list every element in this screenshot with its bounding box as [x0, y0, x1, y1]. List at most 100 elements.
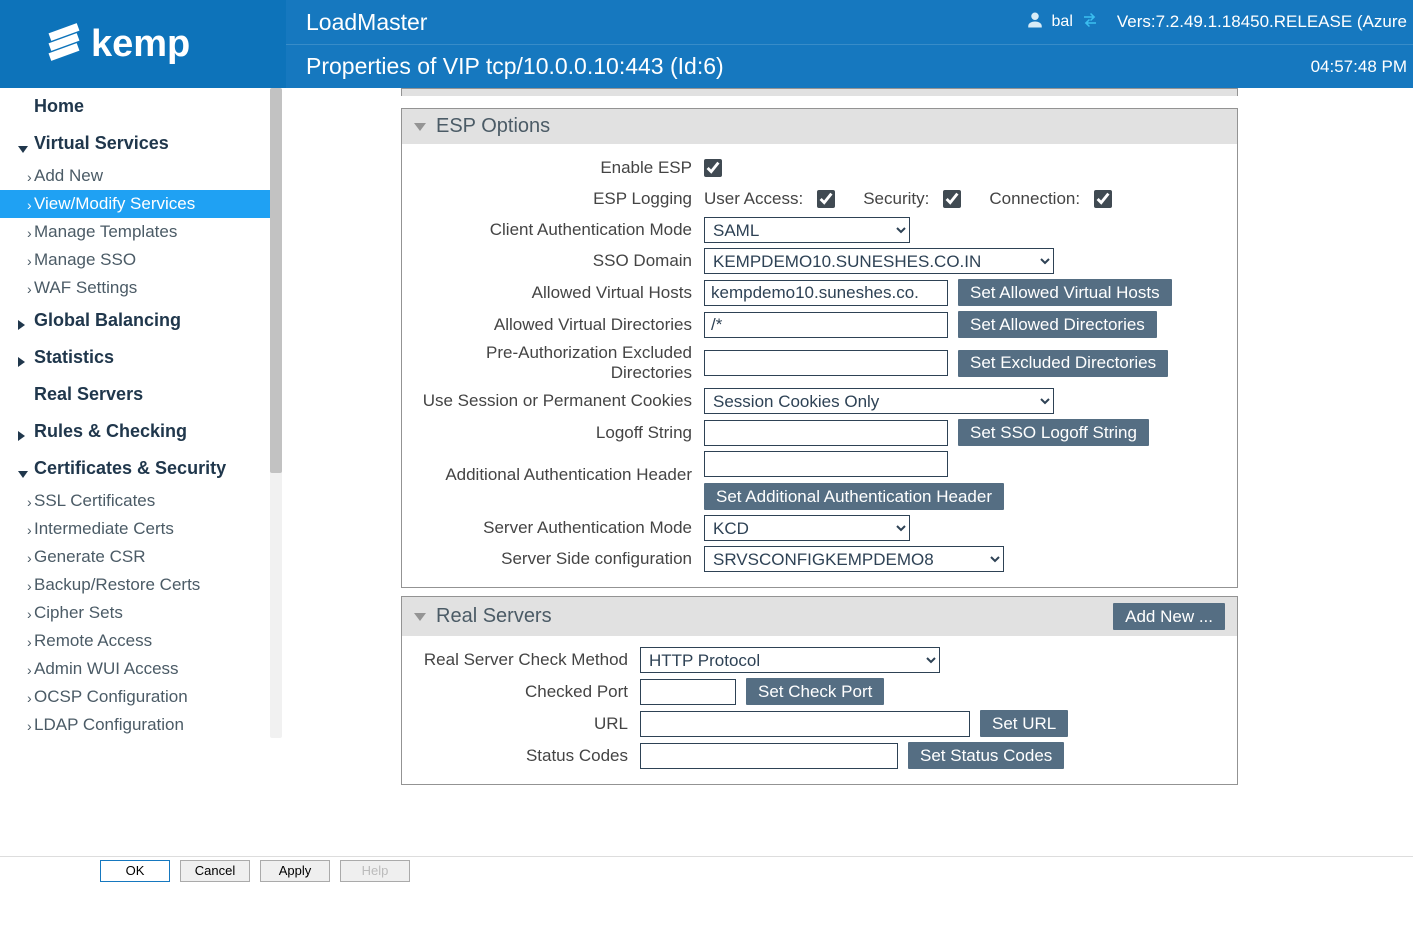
set-logoff-string-button[interactable]: Set SSO Logoff String [958, 419, 1149, 446]
kemp-logo-icon: kemp [43, 14, 243, 74]
checked-port-input[interactable] [640, 679, 736, 705]
apply-button[interactable]: Apply [260, 860, 330, 882]
chevron-down-icon [414, 613, 426, 621]
ok-button[interactable]: OK [100, 860, 170, 882]
cancel-button[interactable]: Cancel [180, 860, 250, 882]
set-check-port-button[interactable]: Set Check Port [746, 678, 884, 705]
nav-sub-add-new[interactable]: ›Add New [0, 162, 270, 190]
check-method-select[interactable]: HTTP Protocol [640, 647, 940, 673]
set-addl-auth-header-button[interactable]: Set Additional Authentication Header [704, 483, 1004, 510]
nav-top-real-servers[interactable]: Real Servers [0, 376, 270, 413]
sidebar-nav: HomeVirtual Services›Add New›View/Modify… [0, 88, 270, 738]
check-method-label: Real Server Check Method [412, 650, 640, 670]
nav-top-home[interactable]: Home [0, 88, 270, 125]
real-servers-header[interactable]: Real Servers Add New ... [402, 597, 1237, 636]
url-label: URL [412, 714, 640, 734]
server-side-cfg-label: Server Side configuration [412, 549, 704, 569]
allowed-vhosts-input[interactable] [704, 280, 948, 306]
log-connection-checkbox[interactable] [1094, 190, 1112, 208]
allowed-vdirs-input[interactable] [704, 312, 948, 338]
user-icon [1026, 11, 1044, 34]
chevron-down-icon [18, 462, 28, 483]
nav-label: Intermediate Certs [34, 519, 174, 538]
status-codes-label: Status Codes [412, 746, 640, 766]
nav-top-virtual-services[interactable]: Virtual Services [0, 125, 270, 162]
nav-top-certificates-security[interactable]: Certificates & Security [0, 450, 270, 487]
transfer-icon[interactable] [1081, 11, 1099, 34]
nav-sub-manage-templates[interactable]: ›Manage Templates [0, 218, 270, 246]
log-connection-label: Connection: [989, 189, 1080, 209]
chevron-right-icon: › [27, 690, 32, 706]
nav-sub-backup-restore-certs[interactable]: ›Backup/Restore Certs [0, 571, 270, 599]
help-button[interactable]: Help [340, 860, 410, 882]
nav-sub-ocsp-configuration[interactable]: ›OCSP Configuration [0, 683, 270, 711]
product-title: LoadMaster [306, 9, 427, 36]
set-url-button[interactable]: Set URL [980, 710, 1068, 737]
chevron-right-icon [18, 314, 25, 335]
nav-top-global-balancing[interactable]: Global Balancing [0, 302, 270, 339]
prev-section-header[interactable] [401, 88, 1238, 96]
chevron-right-icon: › [27, 578, 32, 594]
preauth-excl-input[interactable] [704, 350, 948, 376]
esp-options-header[interactable]: ESP Options [402, 109, 1237, 144]
cookies-select[interactable]: Session Cookies Only [704, 388, 1054, 414]
log-user-checkbox[interactable] [817, 190, 835, 208]
chevron-right-icon [18, 425, 25, 446]
addl-auth-header-input[interactable] [704, 451, 948, 477]
esp-section-title: ESP Options [436, 115, 550, 138]
allowed-vdirs-label: Allowed Virtual Directories [412, 315, 704, 335]
checked-port-label: Checked Port [412, 682, 640, 702]
chevron-right-icon: › [27, 662, 32, 678]
log-user-label: User Access: [704, 189, 803, 209]
nav-label: Global Balancing [34, 310, 181, 330]
nav-top-statistics[interactable]: Statistics [0, 339, 270, 376]
nav-sub-admin-wui-access[interactable]: ›Admin WUI Access [0, 655, 270, 683]
nav-sub-waf-settings[interactable]: ›WAF Settings [0, 274, 270, 302]
server-auth-select[interactable]: KCD [704, 515, 910, 541]
chevron-right-icon: › [27, 281, 32, 297]
nav-sub-ldap-configuration[interactable]: ›LDAP Configuration [0, 711, 270, 738]
nav-label: Generate CSR [34, 547, 146, 566]
chevron-right-icon: › [27, 225, 32, 241]
add-real-server-button[interactable]: Add New ... [1113, 603, 1225, 630]
server-auth-label: Server Authentication Mode [412, 518, 704, 538]
nav-top-rules-checking[interactable]: Rules & Checking [0, 413, 270, 450]
nav-label: Certificates & Security [34, 458, 226, 478]
chevron-right-icon: › [27, 606, 32, 622]
sso-domain-select[interactable]: KEMPDEMO10.SUNESHES.CO.IN [704, 248, 1054, 274]
nav-sub-intermediate-certs[interactable]: ›Intermediate Certs [0, 515, 270, 543]
client-auth-select[interactable]: SAML [704, 217, 910, 243]
logoff-string-input[interactable] [704, 420, 948, 446]
log-security-label: Security: [863, 189, 929, 209]
user-name: bal [1052, 13, 1073, 31]
sidebar-scroll-thumb[interactable] [270, 88, 282, 473]
client-auth-label: Client Authentication Mode [412, 220, 704, 240]
enable-esp-checkbox[interactable] [704, 159, 722, 177]
version-text: Vers:7.2.49.1.18450.RELEASE (Azure [1117, 12, 1407, 32]
set-allowed-dirs-button[interactable]: Set Allowed Directories [958, 311, 1157, 338]
set-excluded-dirs-button[interactable]: Set Excluded Directories [958, 350, 1168, 377]
server-side-cfg-select[interactable]: SRVSCONFIGKEMPDEMO8 [704, 546, 1004, 572]
page-title: Properties of VIP tcp/10.0.0.10:443 (Id:… [306, 53, 724, 80]
status-codes-input[interactable] [640, 743, 898, 769]
nav-sub-generate-csr[interactable]: ›Generate CSR [0, 543, 270, 571]
nav-sub-manage-sso[interactable]: ›Manage SSO [0, 246, 270, 274]
log-security-checkbox[interactable] [943, 190, 961, 208]
nav-label: View/Modify Services [34, 194, 195, 213]
nav-sub-remote-access[interactable]: ›Remote Access [0, 627, 270, 655]
nav-label: Remote Access [34, 631, 152, 650]
url-input[interactable] [640, 711, 970, 737]
nav-sub-view-modify-services[interactable]: ›View/Modify Services [0, 190, 270, 218]
chevron-right-icon: › [27, 494, 32, 510]
cookies-label: Use Session or Permanent Cookies [412, 391, 704, 411]
nav-label: Admin WUI Access [34, 659, 179, 678]
nav-label: Manage Templates [34, 222, 177, 241]
set-allowed-vhosts-button[interactable]: Set Allowed Virtual Hosts [958, 279, 1172, 306]
sso-domain-label: SSO Domain [412, 251, 704, 271]
preauth-excl-label: Pre-Authorization Excluded Directories [412, 343, 704, 383]
chevron-right-icon: › [27, 197, 32, 213]
nav-sub-ssl-certificates[interactable]: ›SSL Certificates [0, 487, 270, 515]
nav-label: Virtual Services [34, 133, 169, 153]
set-status-codes-button[interactable]: Set Status Codes [908, 742, 1064, 769]
nav-sub-cipher-sets[interactable]: ›Cipher Sets [0, 599, 270, 627]
